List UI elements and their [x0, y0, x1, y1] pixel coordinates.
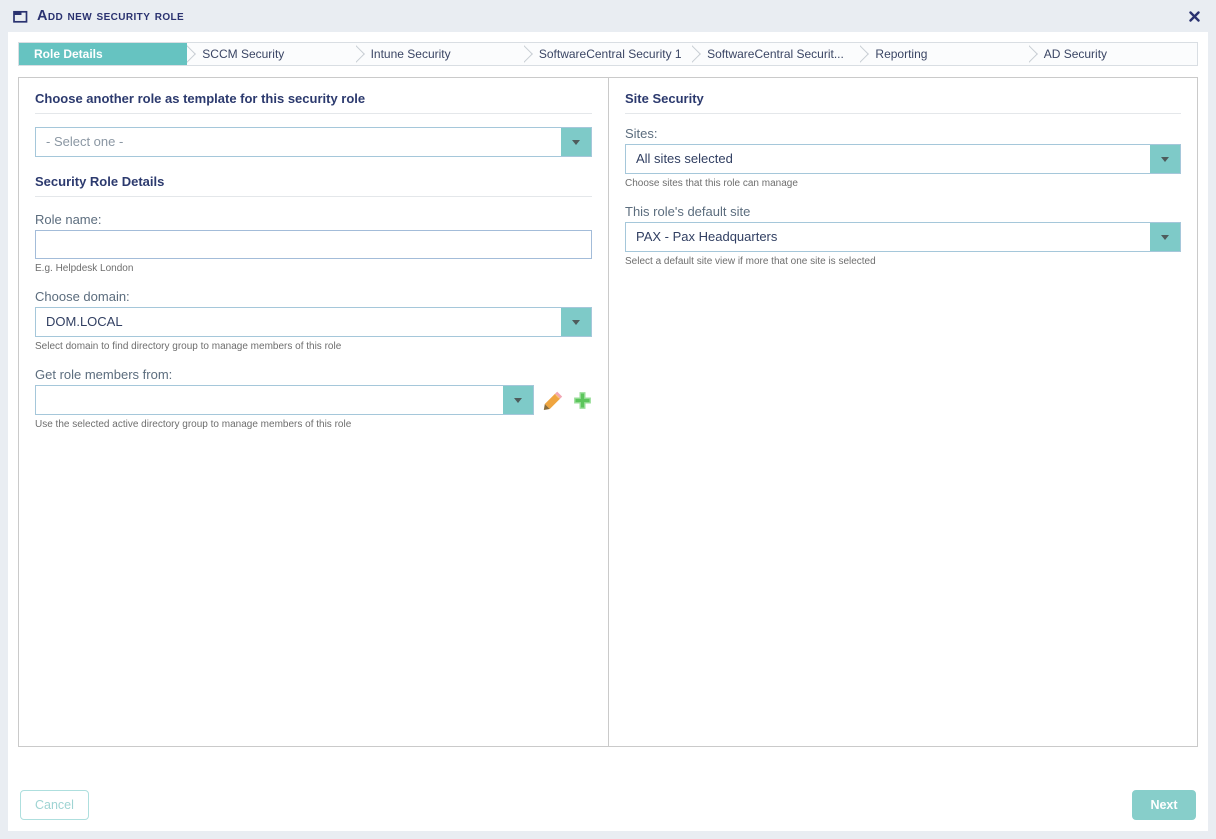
close-icon[interactable] — [1187, 9, 1202, 24]
template-section-heading: Choose another role as template for this… — [35, 91, 592, 114]
role-members-select[interactable] — [35, 385, 534, 415]
tab-intune-security[interactable]: Intune Security — [356, 43, 524, 65]
role-members-label: Get role members from: — [35, 367, 592, 382]
tab-label: Role Details — [34, 47, 103, 61]
role-name-hint: E.g. Helpdesk London — [35, 263, 592, 274]
domain-select-value: DOM.LOCAL — [36, 308, 561, 336]
site-security-column: Site Security Sites: All sites selected … — [609, 78, 1197, 746]
template-role-select-value: - Select one - — [36, 128, 561, 156]
domain-select[interactable]: DOM.LOCAL — [35, 307, 592, 337]
tab-softwarecentral-security-2[interactable]: SoftwareCentral Securit... — [692, 43, 860, 65]
default-site-select[interactable]: PAX - Pax Headquarters — [625, 222, 1181, 252]
default-site-hint: Select a default site view if more that … — [625, 256, 1181, 267]
chevron-down-icon[interactable] — [1150, 223, 1180, 251]
dialog-titlebar: Add new security role — [0, 0, 1216, 32]
cancel-button[interactable]: Cancel — [20, 790, 89, 820]
sites-hint: Choose sites that this role can manage — [625, 178, 1181, 189]
template-role-select[interactable]: - Select one - — [35, 127, 592, 157]
chevron-down-icon[interactable] — [1150, 145, 1180, 173]
role-members-select-value — [36, 386, 503, 414]
choose-domain-label: Choose domain: — [35, 289, 592, 304]
wizard-tab-bar: Role Details SCCM Security Intune Securi… — [18, 42, 1198, 66]
role-details-column: Choose another role as template for this… — [19, 78, 609, 746]
next-button[interactable]: Next — [1132, 790, 1196, 820]
domain-hint: Select domain to find directory group to… — [35, 341, 592, 352]
role-details-panel: Choose another role as template for this… — [18, 77, 1198, 747]
tab-label: Reporting — [875, 47, 927, 61]
default-site-label: This role's default site — [625, 204, 1181, 219]
chevron-down-icon[interactable] — [561, 128, 591, 156]
window-icon — [13, 10, 28, 23]
tab-ad-security[interactable]: AD Security — [1029, 43, 1197, 65]
plus-icon[interactable] — [573, 391, 592, 410]
tab-label: SoftwareCentral Securit... — [707, 47, 844, 61]
role-members-row — [35, 385, 592, 415]
details-section-heading: Security Role Details — [35, 174, 592, 197]
sites-select-value: All sites selected — [626, 145, 1150, 173]
role-members-hint: Use the selected active directory group … — [35, 419, 592, 430]
default-site-select-value: PAX - Pax Headquarters — [626, 223, 1150, 251]
site-security-heading: Site Security — [625, 91, 1181, 114]
tab-label: Intune Security — [371, 47, 451, 61]
tab-label: AD Security — [1044, 47, 1107, 61]
tab-softwarecentral-security-1[interactable]: SoftwareCentral Security 1 — [524, 43, 692, 65]
pencil-icon[interactable] — [543, 390, 564, 411]
tab-role-details[interactable]: Role Details — [19, 43, 187, 65]
dialog-footer: Cancel Next — [8, 747, 1208, 820]
role-name-label: Role name: — [35, 212, 592, 227]
chevron-down-icon[interactable] — [503, 386, 533, 414]
sites-label: Sites: — [625, 126, 1181, 141]
tab-label: SoftwareCentral Security 1 — [539, 47, 682, 61]
role-name-input[interactable] — [35, 230, 592, 259]
tab-label: SCCM Security — [202, 47, 284, 61]
add-security-role-dialog: Role Details SCCM Security Intune Securi… — [8, 32, 1208, 831]
page-title: Add new security role — [37, 8, 184, 24]
tab-reporting[interactable]: Reporting — [860, 43, 1028, 65]
chevron-down-icon[interactable] — [561, 308, 591, 336]
sites-select[interactable]: All sites selected — [625, 144, 1181, 174]
tab-sccm-security[interactable]: SCCM Security — [187, 43, 355, 65]
